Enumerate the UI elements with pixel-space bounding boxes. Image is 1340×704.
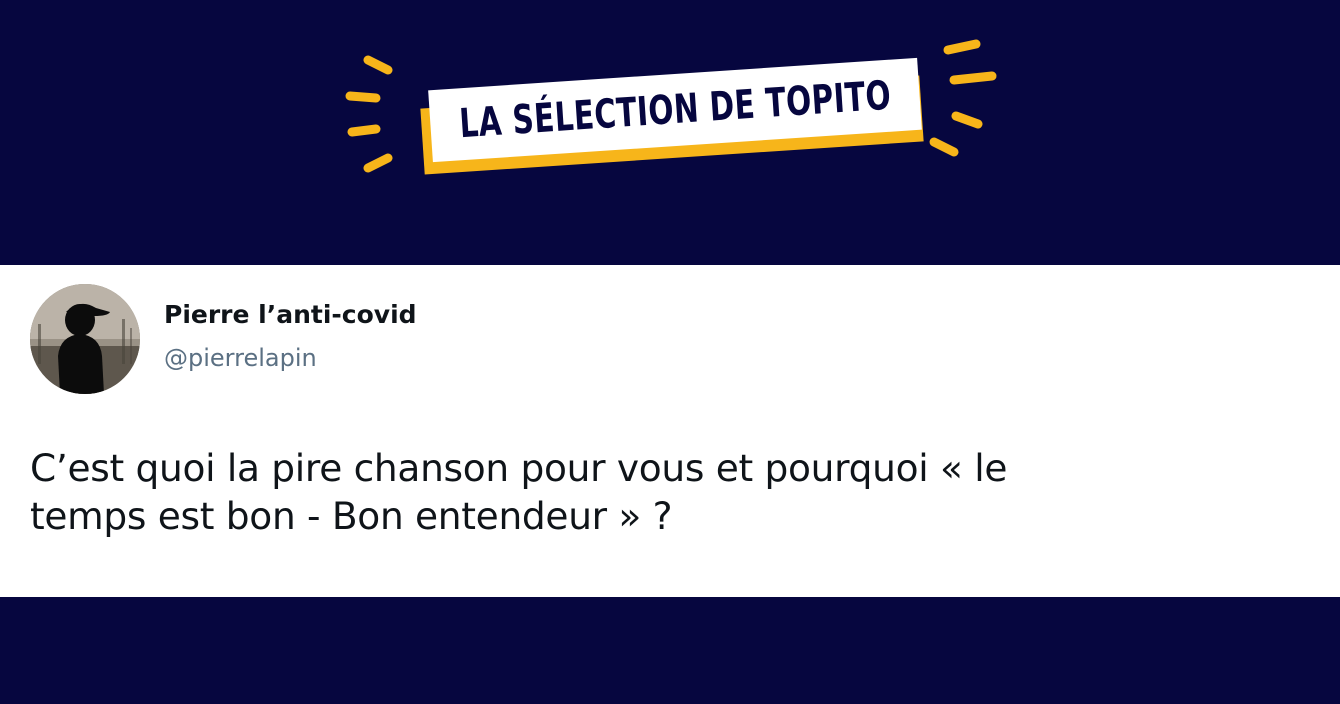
right-ray-2 <box>949 71 997 85</box>
page: LA SÉLECTION DE TOPITO Pierre l’anti-cov… <box>0 0 1340 704</box>
left-ray-4 <box>363 153 393 173</box>
tweet-text-line: C’est quoi la pire chanson pour vous et … <box>30 446 1008 490</box>
left-ray-3 <box>347 124 381 137</box>
tweet-text: C’est quoi la pire chanson pour vous et … <box>30 445 1300 540</box>
right-ray-3 <box>951 111 983 129</box>
banner-title: LA SÉLECTION DE TOPITO <box>457 72 893 148</box>
left-ray-2 <box>345 91 381 103</box>
right-ray-4 <box>929 137 959 157</box>
topito-banner: LA SÉLECTION DE TOPITO <box>330 30 1020 190</box>
left-ray-1 <box>363 55 393 75</box>
avatar[interactable] <box>30 284 140 394</box>
right-ray-1 <box>943 39 981 55</box>
tweet-card: Pierre l’anti-covid @pierrelapin C’est q… <box>0 265 1340 597</box>
author-handle[interactable]: @pierrelapin <box>164 345 317 372</box>
profile-photo-silhouette-icon <box>30 284 140 394</box>
author-name[interactable]: Pierre l’anti-covid <box>164 301 417 329</box>
tweet-text-line: temps est bon - Bon entendeur » ? <box>30 493 673 538</box>
